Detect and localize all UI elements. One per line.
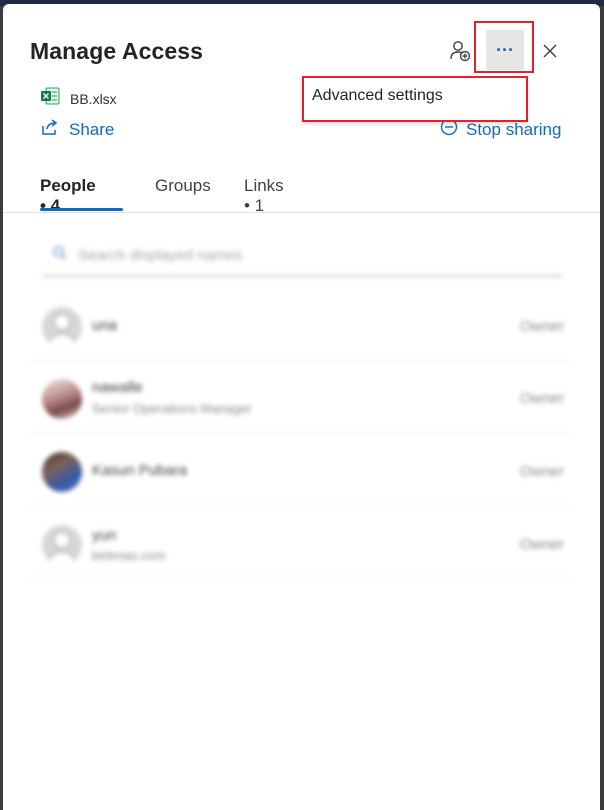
person-name: Kasun Pubara (92, 462, 188, 479)
excel-file-icon (40, 86, 60, 111)
person-name: yun (92, 527, 117, 544)
avatar (42, 452, 82, 492)
person-row[interactable]: nawalle Senior Operations Manager Owner (32, 362, 570, 434)
person-role[interactable]: Owner (520, 463, 564, 480)
active-tab-indicator (40, 208, 123, 211)
add-person-icon[interactable] (447, 38, 473, 64)
share-icon (40, 117, 60, 142)
avatar (42, 307, 82, 347)
person-row[interactable]: yun birtimas.com Owner (32, 508, 570, 580)
person-name: una (92, 317, 118, 334)
file-name: BB.xlsx (70, 90, 117, 107)
person-role[interactable]: Owner (520, 536, 564, 553)
tab-groups[interactable]: Groups (155, 176, 211, 196)
person-row[interactable]: una Owner (32, 290, 570, 362)
person-title: Senior Operations Manager (92, 401, 252, 416)
more-options-menu: Advanced settings (302, 76, 528, 122)
file-row: BB.xlsx (40, 86, 117, 111)
person-name: nawalle (92, 379, 143, 396)
more-options-highlight (474, 21, 534, 73)
search-placeholder: Search displayed names (78, 246, 243, 264)
person-role[interactable]: Owner (520, 390, 564, 407)
tab-divider (3, 212, 600, 213)
avatar (42, 379, 82, 419)
close-icon[interactable] (537, 38, 563, 64)
person-email: birtimas.com (92, 548, 166, 563)
share-button[interactable]: Share (40, 117, 114, 142)
person-role[interactable]: Owner (520, 318, 564, 335)
avatar (42, 525, 82, 565)
share-label: Share (69, 119, 115, 139)
dialog-title: Manage Access (30, 38, 204, 64)
menu-item-advanced-settings[interactable]: Advanced settings (312, 87, 443, 105)
search-icon (52, 245, 68, 266)
person-row[interactable]: Kasun Pubara Owner (32, 435, 570, 507)
tab-links[interactable]: Links • 1 (244, 176, 284, 216)
search-box[interactable]: Search displayed names (42, 235, 562, 277)
stop-sharing-label: Stop sharing (466, 119, 562, 139)
